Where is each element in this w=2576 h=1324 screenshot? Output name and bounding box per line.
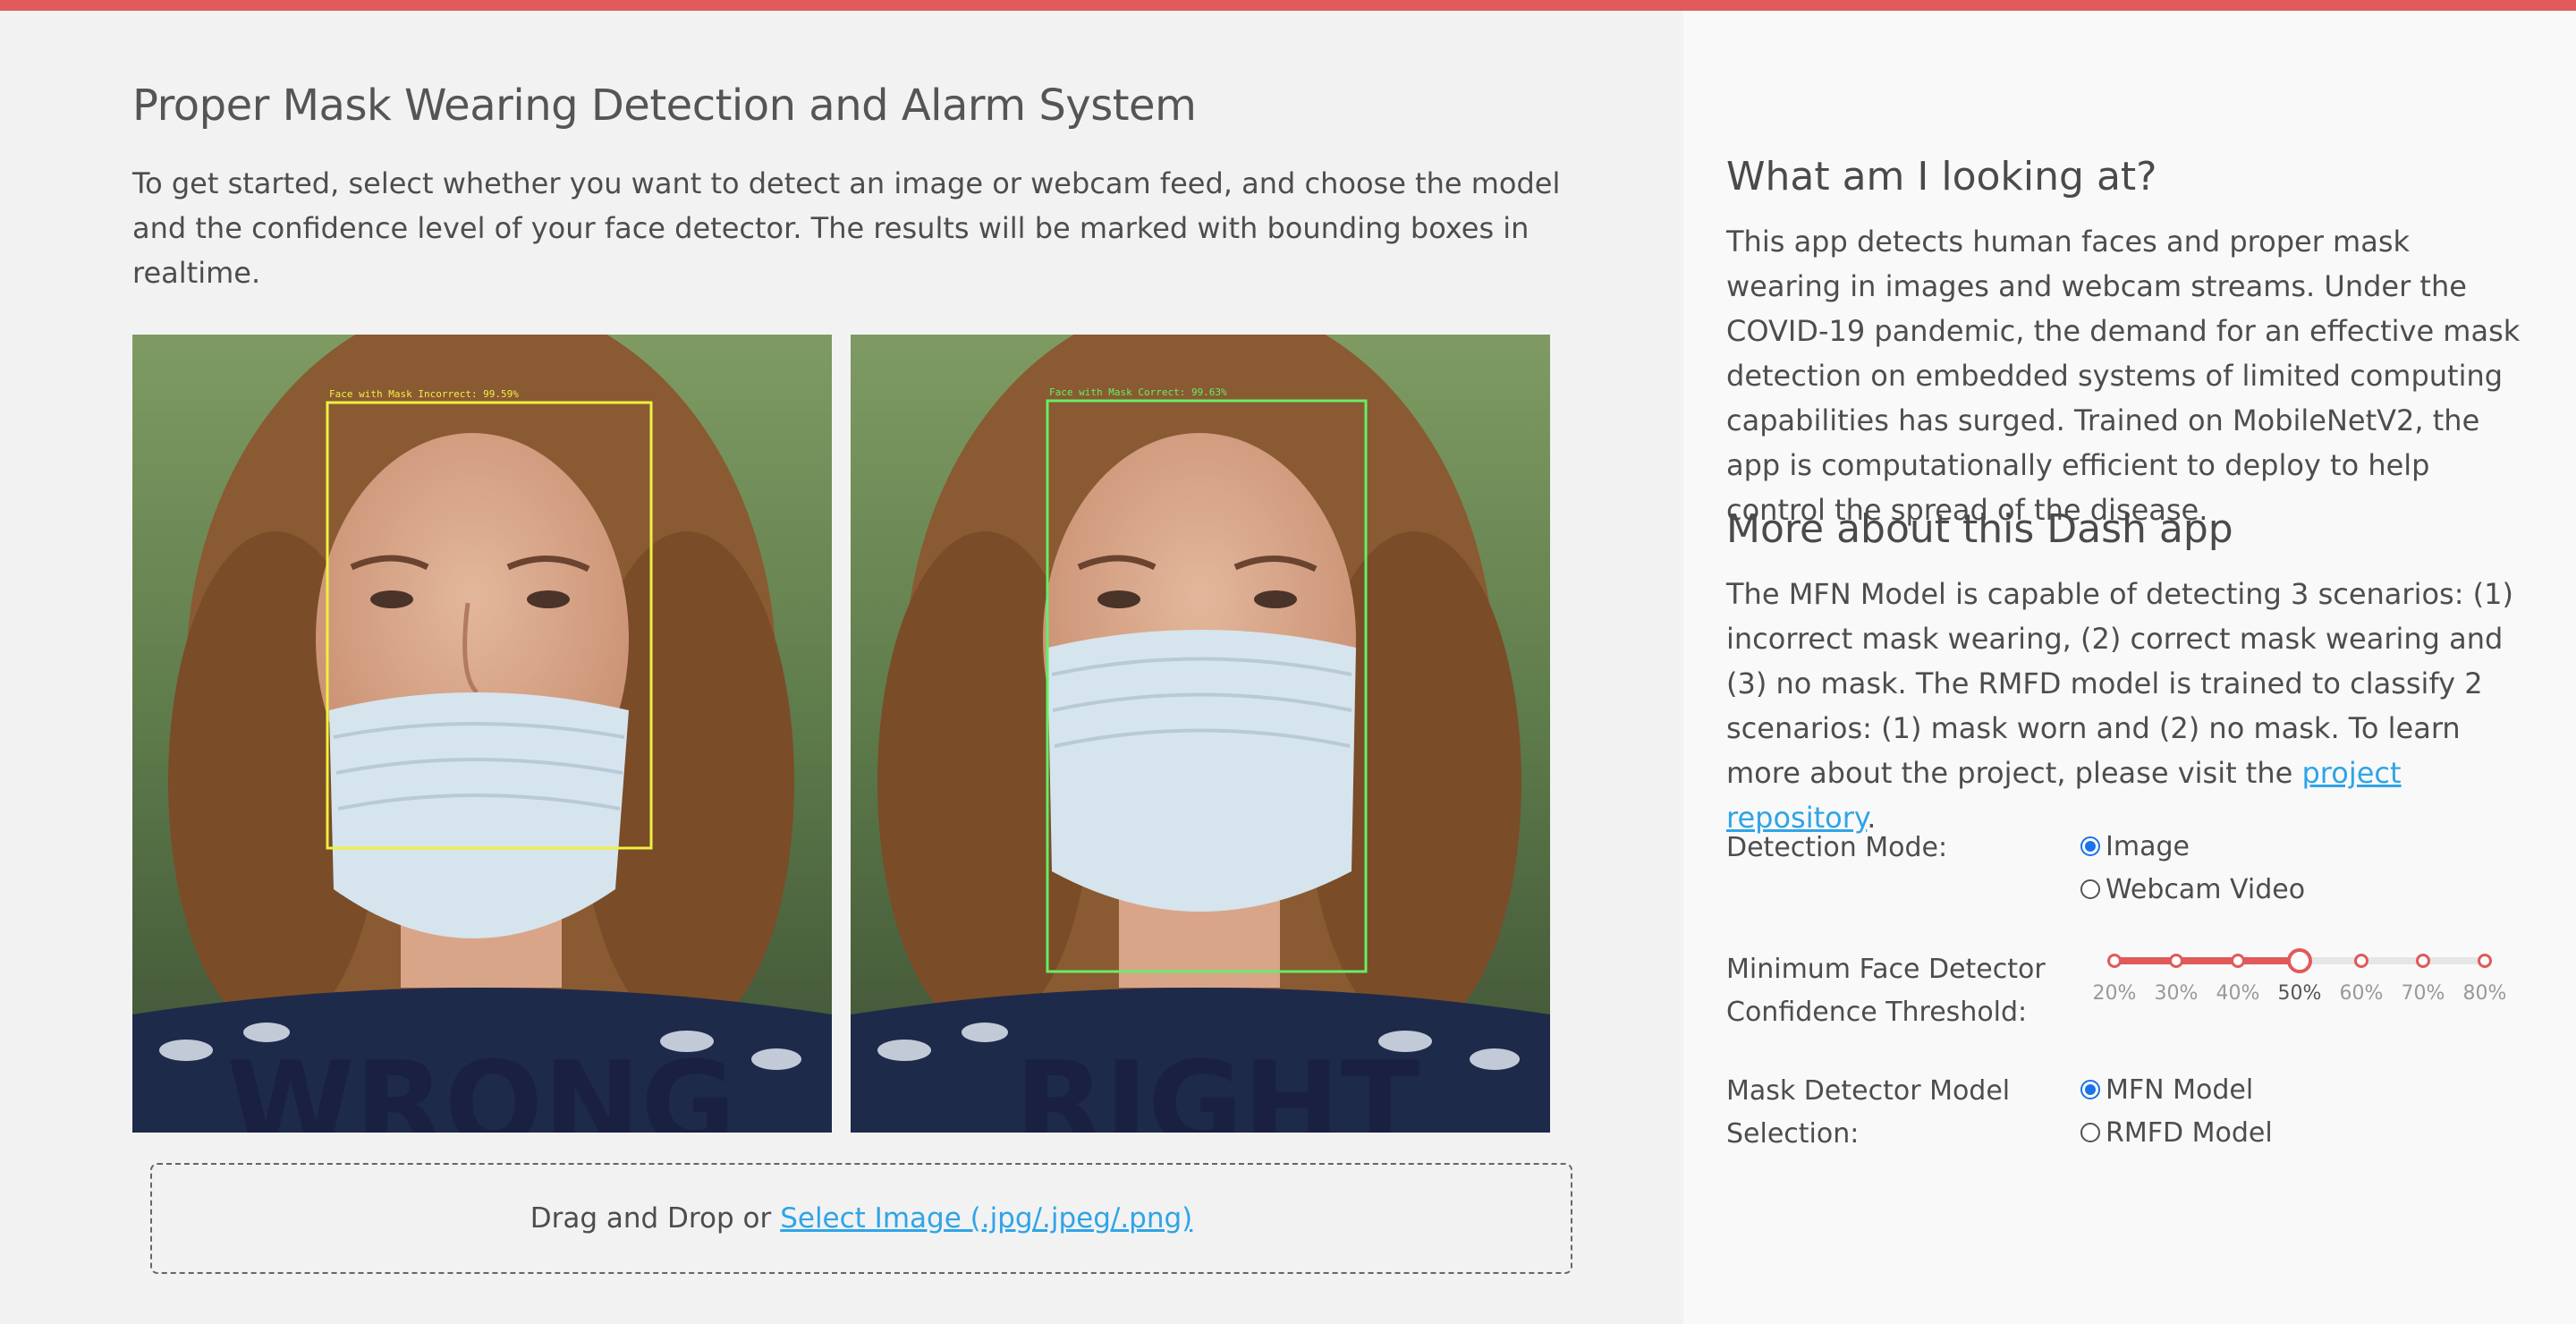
slider-dot [2231,954,2245,968]
slider-dot [2354,954,2368,968]
radio-webcam-video[interactable]: Webcam Video [2080,871,2305,907]
radio-dot[interactable] [2080,1080,2100,1099]
top-accent-bar [0,0,2576,11]
result-image-wrong: Face with Mask Incorrect: 99.59% WRONG [132,335,832,1133]
slider-mark: 80% [2462,982,2507,1005]
image-upload-dropzone[interactable]: Drag and Drop or Select Image (.jpg/.jpe… [150,1163,1572,1274]
slider-dot [2416,954,2430,968]
select-image-link[interactable]: Select Image (.jpg/.jpeg/.png) [780,1202,1192,1235]
detection-mode-label: Detection Mode: [1726,832,1948,863]
slider-mark: 30% [2154,982,2199,1005]
result-image-right: Face with Mask Correct: 99.63% RIGHT [851,335,1550,1133]
svg-text:Face with Mask Incorrect: 99.5: Face with Mask Incorrect: 99.59% [329,388,519,400]
slider-dot [2169,954,2183,968]
radio-dot[interactable] [2080,879,2100,899]
what-description: This app detects human faces and proper … [1726,225,2521,527]
more-heading: More about this Dash app [1726,506,2233,552]
what-heading: What am I looking at? [1726,154,2157,199]
page-title: Proper Mask Wearing Detection and Alarm … [132,81,1197,131]
radio-dot[interactable] [2080,836,2100,856]
upload-prompt: Drag and Drop or [530,1202,772,1235]
model-selection-label: Mask Detector Model Selection: [1726,1075,2011,1150]
svg-text:WRONG: WRONG [226,1036,736,1133]
more-description: The MFN Model is capable of detecting 3 … [1726,577,2513,835]
radio-image[interactable]: Image [2080,828,2190,864]
slider-mark: 50% [2277,982,2322,1005]
slider-dot [2478,954,2492,968]
svg-text:Face with Mask Correct: 99.63%: Face with Mask Correct: 99.63% [1049,386,1227,398]
radio-dot[interactable] [2080,1123,2100,1142]
slider-mark: 20% [2092,982,2137,1005]
slider-mark: 60% [2339,982,2384,1005]
face-photo-wrong: Face with Mask Incorrect: 99.59% WRONG [132,335,832,1133]
slider-mark: 40% [2216,982,2260,1005]
slider-handle[interactable] [2287,948,2312,973]
slider-track-fill [2114,957,2300,964]
confidence-threshold-slider[interactable]: 20% 30% 40% 50% 60% 70% 80% [2093,941,2513,1022]
slider-dot [2107,954,2122,968]
radio-rmfd-model[interactable]: RMFD Model [2080,1115,2273,1150]
slider-mark: 70% [2401,982,2445,1005]
intro-text: To get started, select whether you want … [132,166,1561,290]
svg-text:RIGHT: RIGHT [1015,1036,1420,1133]
face-photo-right: Face with Mask Correct: 99.63% RIGHT [851,335,1550,1133]
threshold-label: Minimum Face Detector Confidence Thresho… [1726,954,2046,1028]
radio-mfn-model[interactable]: MFN Model [2080,1072,2253,1108]
